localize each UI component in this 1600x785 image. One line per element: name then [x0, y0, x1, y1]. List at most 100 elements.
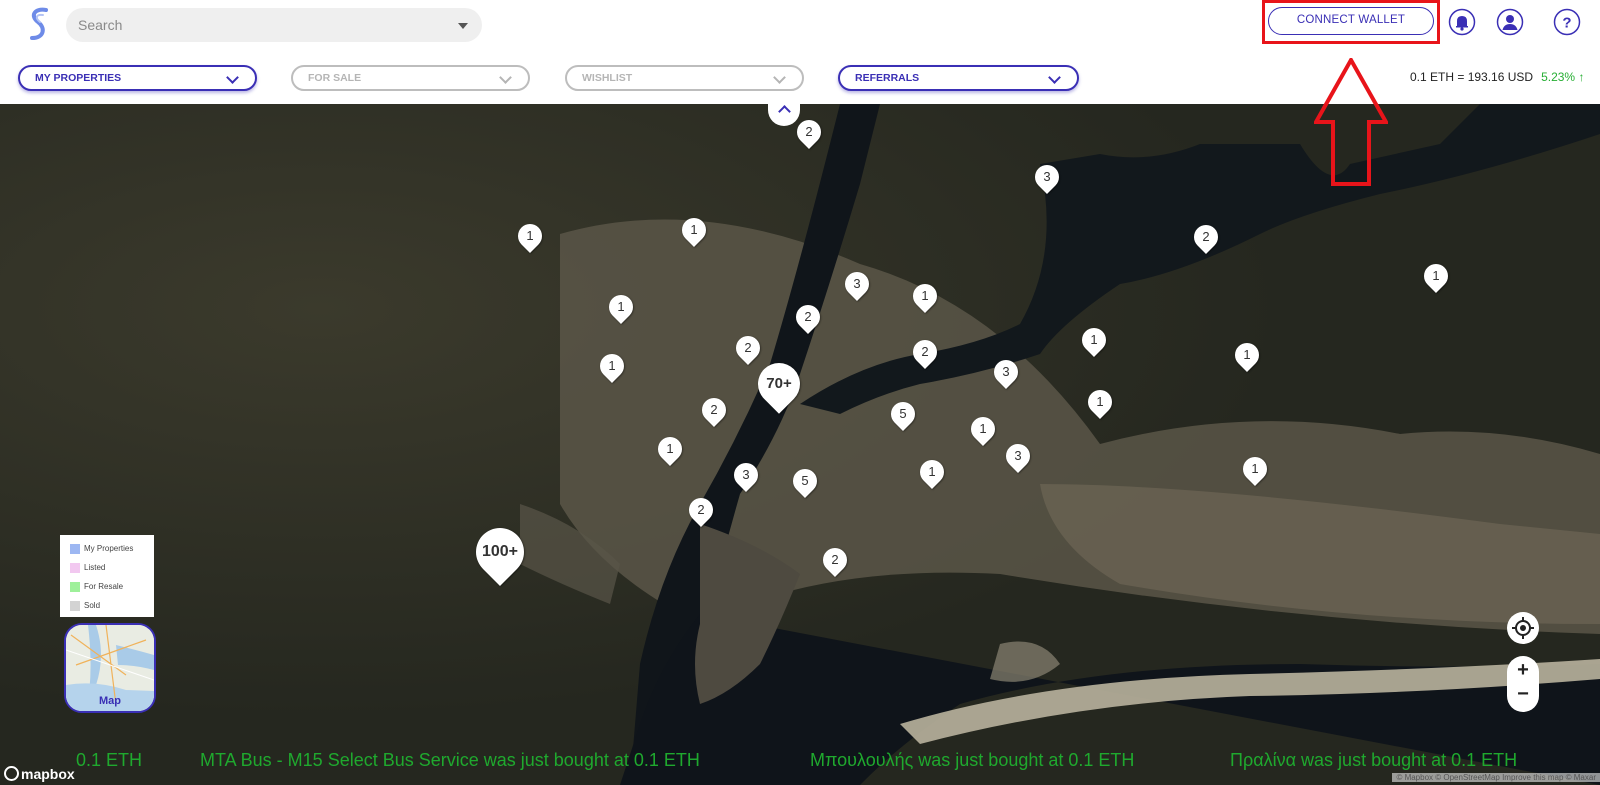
marker-count: 5 [801, 473, 809, 488]
marker-count: 1 [1251, 461, 1259, 476]
property-cluster-marker[interactable]: 3 [1030, 160, 1064, 194]
property-cluster-marker[interactable]: 2 [1189, 220, 1223, 254]
connect-wallet-button[interactable]: CONNECT WALLET [1268, 7, 1434, 35]
property-cluster-marker[interactable]: 2 [908, 335, 942, 369]
property-cluster-marker[interactable]: 3 [729, 458, 763, 492]
search-placeholder: Search [78, 17, 123, 33]
mapbox-logo-icon [4, 766, 19, 781]
marker-count: 2 [710, 402, 718, 417]
property-cluster-marker[interactable]: 5 [788, 464, 822, 498]
legend-label: For Resale [84, 582, 124, 592]
property-cluster-marker[interactable]: 1 [908, 279, 942, 313]
ticker-item: MTA Bus - M15 Select Bus Service was jus… [200, 750, 700, 770]
map-style-switcher[interactable]: Map [64, 623, 156, 713]
marker-count: 2 [805, 124, 813, 139]
chevron-up-icon [778, 105, 791, 118]
marker-count: 2 [804, 309, 812, 324]
marker-count: 2 [921, 344, 929, 359]
help-icon[interactable]: ? [1553, 8, 1581, 36]
ticker-item: Μπουλουλής was just bought at 0.1 ETH [810, 750, 1135, 770]
filter-label: REFERRALS [855, 72, 920, 84]
chevron-down-icon [499, 71, 512, 84]
map-imagery [0, 104, 1600, 785]
legend-item: Listed [70, 563, 105, 573]
marker-count: 100+ [481, 543, 519, 560]
zoom-out-button[interactable]: − [1507, 683, 1539, 706]
map-legend: My Properties Listed For Resale Sold [60, 535, 154, 617]
marker-count: 1 [1243, 347, 1251, 362]
marker-count: 1 [928, 464, 936, 479]
crosshair-icon [1512, 617, 1534, 639]
property-cluster-marker[interactable]: 1 [513, 219, 547, 253]
property-cluster-marker[interactable]: 5 [886, 397, 920, 431]
map-attribution[interactable]: © Mapbox © OpenStreetMap Improve this ma… [1392, 773, 1600, 782]
search-input[interactable]: Search [66, 8, 482, 42]
eth-rate-value: 0.1 ETH = 193.16 USD [1410, 70, 1534, 84]
eth-rate-change: 5.23% ↑ [1541, 70, 1585, 84]
filter-my-properties[interactable]: MY PROPERTIES [18, 65, 257, 91]
marker-count: 1 [1090, 332, 1098, 347]
marker-count: 2 [697, 502, 705, 517]
satellite-map[interactable]: 2 3 1 1 2 1 1 3 1 2 2 1 1 2 3 1 2 5 1 1 3 1 1 3 5 2 1 2 100+ 70+ My P… [0, 104, 1600, 785]
property-cluster-marker[interactable]: 1 [1077, 323, 1111, 357]
property-cluster-marker[interactable]: 1 [966, 412, 1000, 446]
marker-count: 1 [526, 228, 534, 243]
property-cluster-marker[interactable]: 2 [684, 493, 718, 527]
legend-swatch [70, 544, 80, 554]
chevron-down-icon[interactable] [458, 23, 468, 29]
marker-count: 2 [831, 552, 839, 567]
app-logo-icon[interactable] [26, 6, 52, 42]
legend-item: For Resale [70, 582, 123, 592]
locate-button[interactable] [1507, 612, 1539, 644]
ticker-item: 0.1 ETH [76, 750, 143, 770]
property-cluster-marker[interactable]: 100+ [466, 518, 534, 586]
mapbox-logo[interactable]: mapbox [4, 766, 75, 782]
filter-for-sale[interactable]: FOR SALE [291, 65, 530, 91]
svg-text:?: ? [1562, 15, 1571, 32]
legend-swatch [70, 582, 80, 592]
property-cluster-marker[interactable]: 3 [1001, 439, 1035, 473]
property-cluster-marker[interactable]: 3 [989, 355, 1023, 389]
property-cluster-marker[interactable]: 2 [697, 393, 731, 427]
filter-label: FOR SALE [308, 72, 362, 84]
property-cluster-marker[interactable]: 1 [1230, 338, 1264, 372]
property-cluster-marker[interactable]: 1 [653, 432, 687, 466]
legend-label: My Properties [84, 544, 134, 554]
property-cluster-marker[interactable]: 1 [915, 455, 949, 489]
property-cluster-marker[interactable]: 1 [1419, 259, 1453, 293]
filter-wishlist[interactable]: WISHLIST [565, 65, 804, 91]
property-cluster-marker[interactable]: 1 [604, 290, 638, 324]
property-cluster-marker[interactable]: 3 [840, 267, 874, 301]
property-cluster-marker[interactable]: 2 [731, 331, 765, 365]
legend-swatch [70, 601, 80, 611]
purchase-ticker: 0.1 ETH MTA Bus - M15 Select Bus Service… [0, 748, 1600, 785]
marker-count: 2 [1202, 229, 1210, 244]
property-cluster-marker[interactable]: 1 [1083, 385, 1117, 419]
legend-label: Sold [84, 601, 101, 611]
legend-label: Listed [84, 563, 106, 573]
property-cluster-marker[interactable]: 2 [791, 300, 825, 334]
marker-count: 3 [853, 276, 861, 291]
property-cluster-marker[interactable]: 70+ [749, 354, 809, 414]
marker-count: 1 [666, 441, 674, 456]
property-cluster-marker[interactable]: 1 [595, 349, 629, 383]
marker-count: 3 [1002, 364, 1010, 379]
user-icon[interactable] [1496, 8, 1524, 36]
marker-count: 5 [899, 406, 907, 421]
chevron-down-icon [1048, 71, 1061, 84]
marker-count: 1 [1432, 268, 1440, 283]
marker-count: 1 [690, 222, 698, 237]
filter-referrals[interactable]: REFERRALS [838, 65, 1079, 91]
property-cluster-marker[interactable]: 2 [792, 115, 826, 149]
legend-item: My Properties [70, 544, 133, 554]
marker-count: 3 [1043, 169, 1051, 184]
ticker-item: Πραλίνα was just bought at 0.1 ETH [1230, 750, 1518, 770]
zoom-in-button[interactable]: + [1507, 659, 1539, 682]
property-cluster-marker[interactable]: 2 [818, 543, 852, 577]
marker-count: 1 [617, 299, 625, 314]
marker-count: 1 [921, 288, 929, 303]
bell-icon[interactable] [1448, 8, 1476, 36]
filter-label: MY PROPERTIES [35, 72, 122, 84]
property-cluster-marker[interactable]: 1 [677, 213, 711, 247]
property-cluster-marker[interactable]: 1 [1238, 452, 1272, 486]
